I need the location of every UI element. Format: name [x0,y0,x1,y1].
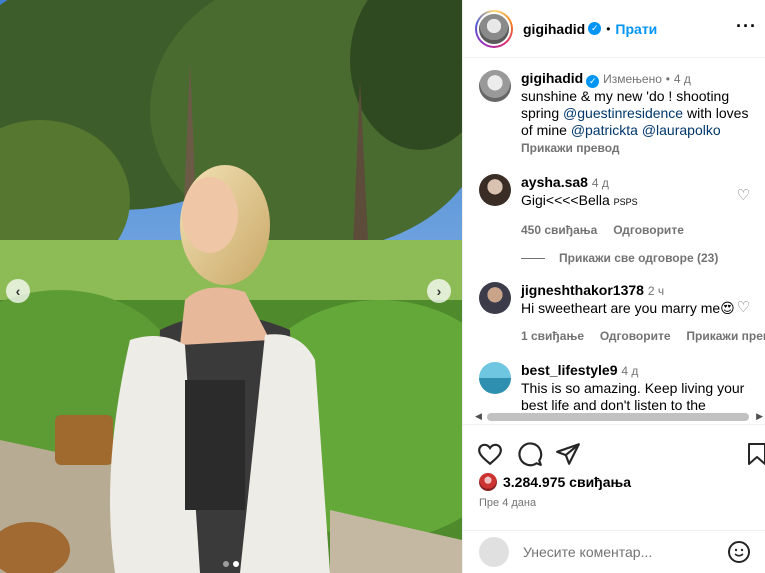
comments-list[interactable]: gigihadid ✓ Измењено • 4 д sunshine & my … [463,58,765,424]
carousel-dot [223,561,229,567]
caption-username[interactable]: gigihadid [521,70,583,86]
carousel-dot-active [233,561,239,567]
likes-summary[interactable]: 3.284.975 свиђања [479,473,631,491]
liker-avatar [479,473,497,491]
comment-item: best_lifestyle9 4 д This is so amazing. … [479,362,756,414]
posted-time[interactable]: Пре 4 дана [479,497,536,509]
comment-avatar[interactable] [479,174,511,206]
comment-item: aysha.sa8 4 д Gigi<<<<Bella PSPS 450 сви… [479,174,756,239]
add-comment-bar [463,530,765,573]
view-replies-button[interactable]: Прикажи све одговоре (23) [521,251,718,265]
comment-text: Gigi<<<<Bella [521,192,610,208]
heart-icon[interactable] [477,441,503,467]
caption-mention-patrickta[interactable]: @patrickta [571,122,638,138]
photo-illustration [0,0,462,573]
author-username[interactable]: gigihadid [523,21,585,37]
horizontal-scrollbar[interactable]: ◀ ▶ [473,410,765,424]
caption-mention-laurapolko[interactable]: @laurapolko [642,122,721,138]
comment-time: 4 д [591,176,609,190]
comment-time: 4 д [621,364,639,378]
comment-username[interactable]: jigneshthakor1378 [521,282,644,298]
caption-mention-guestinresidence[interactable]: @guestinresidence [563,105,683,121]
caption-time: 4 д [673,72,691,86]
comment-text: This is so amazing. Keep living your bes… [521,380,745,413]
chevron-left-icon[interactable]: ‹ [6,279,30,303]
comment-input[interactable] [523,544,728,560]
heart-icon[interactable]: ♡ [737,186,750,204]
post-photo[interactable]: ‹ › [0,0,462,573]
heart-icon[interactable]: ♡ [737,298,750,316]
comment-username[interactable]: best_lifestyle9 [521,362,618,378]
comment-time: 2 ч [647,284,665,298]
scroll-left-icon[interactable]: ◀ [475,411,482,422]
post-sidebar: gigihadid ✓ • Прати ··· gigihadid ✓ Измењ… [462,0,765,573]
likes-count[interactable]: 3.284.975 свиђања [503,474,631,490]
post-actions: 3.284.975 свиђања Пре 4 дана [463,424,765,542]
comment-likes[interactable]: 450 свиђања [521,223,597,237]
share-icon[interactable] [555,441,581,467]
caption: gigihadid ✓ Измењено • 4 д sunshine & my … [479,70,756,157]
scroll-right-icon[interactable]: ▶ [756,411,763,422]
caption-avatar[interactable] [479,70,511,102]
verified-icon: ✓ [586,75,600,88]
comment-translate-link[interactable]: Прикажи превод [686,329,765,343]
more-options-icon[interactable]: ··· [736,16,757,37]
caption-edited: Измењено [603,72,662,86]
caption-translate-link[interactable]: Прикажи превод [521,140,756,157]
current-user-avatar [479,537,509,567]
comment-likes[interactable]: 1 свиђање [521,329,584,343]
verified-icon: ✓ [588,22,602,35]
caption-sep: • [665,72,670,86]
carousel-dots [0,561,462,567]
comment-reply-button[interactable]: Одговорите [600,329,671,343]
author-avatar[interactable] [475,9,513,48]
comment-item: jigneshthakor1378 2 ч Hi sweetheart are … [479,282,765,345]
follow-button[interactable]: Прати [615,21,657,37]
view-replies-label: Прикажи све одговоре (23) [559,251,719,265]
comment-small-text: PSPS [613,197,638,207]
header-separator: • [606,21,611,36]
comment-avatar[interactable] [479,362,511,394]
comment-icon[interactable] [517,441,543,467]
comment-text: Hi sweetheart are you marry me😍 [521,300,735,316]
emoji-icon[interactable] [728,541,750,563]
comment-avatar[interactable] [479,282,511,314]
comment-reply-button[interactable]: Одговорите [613,223,684,237]
chevron-right-icon[interactable]: › [427,279,451,303]
scrollbar-thumb[interactable] [487,413,749,421]
save-icon[interactable] [747,441,765,467]
post-header: gigihadid ✓ • Прати ··· [463,0,765,58]
comment-username[interactable]: aysha.sa8 [521,174,588,190]
